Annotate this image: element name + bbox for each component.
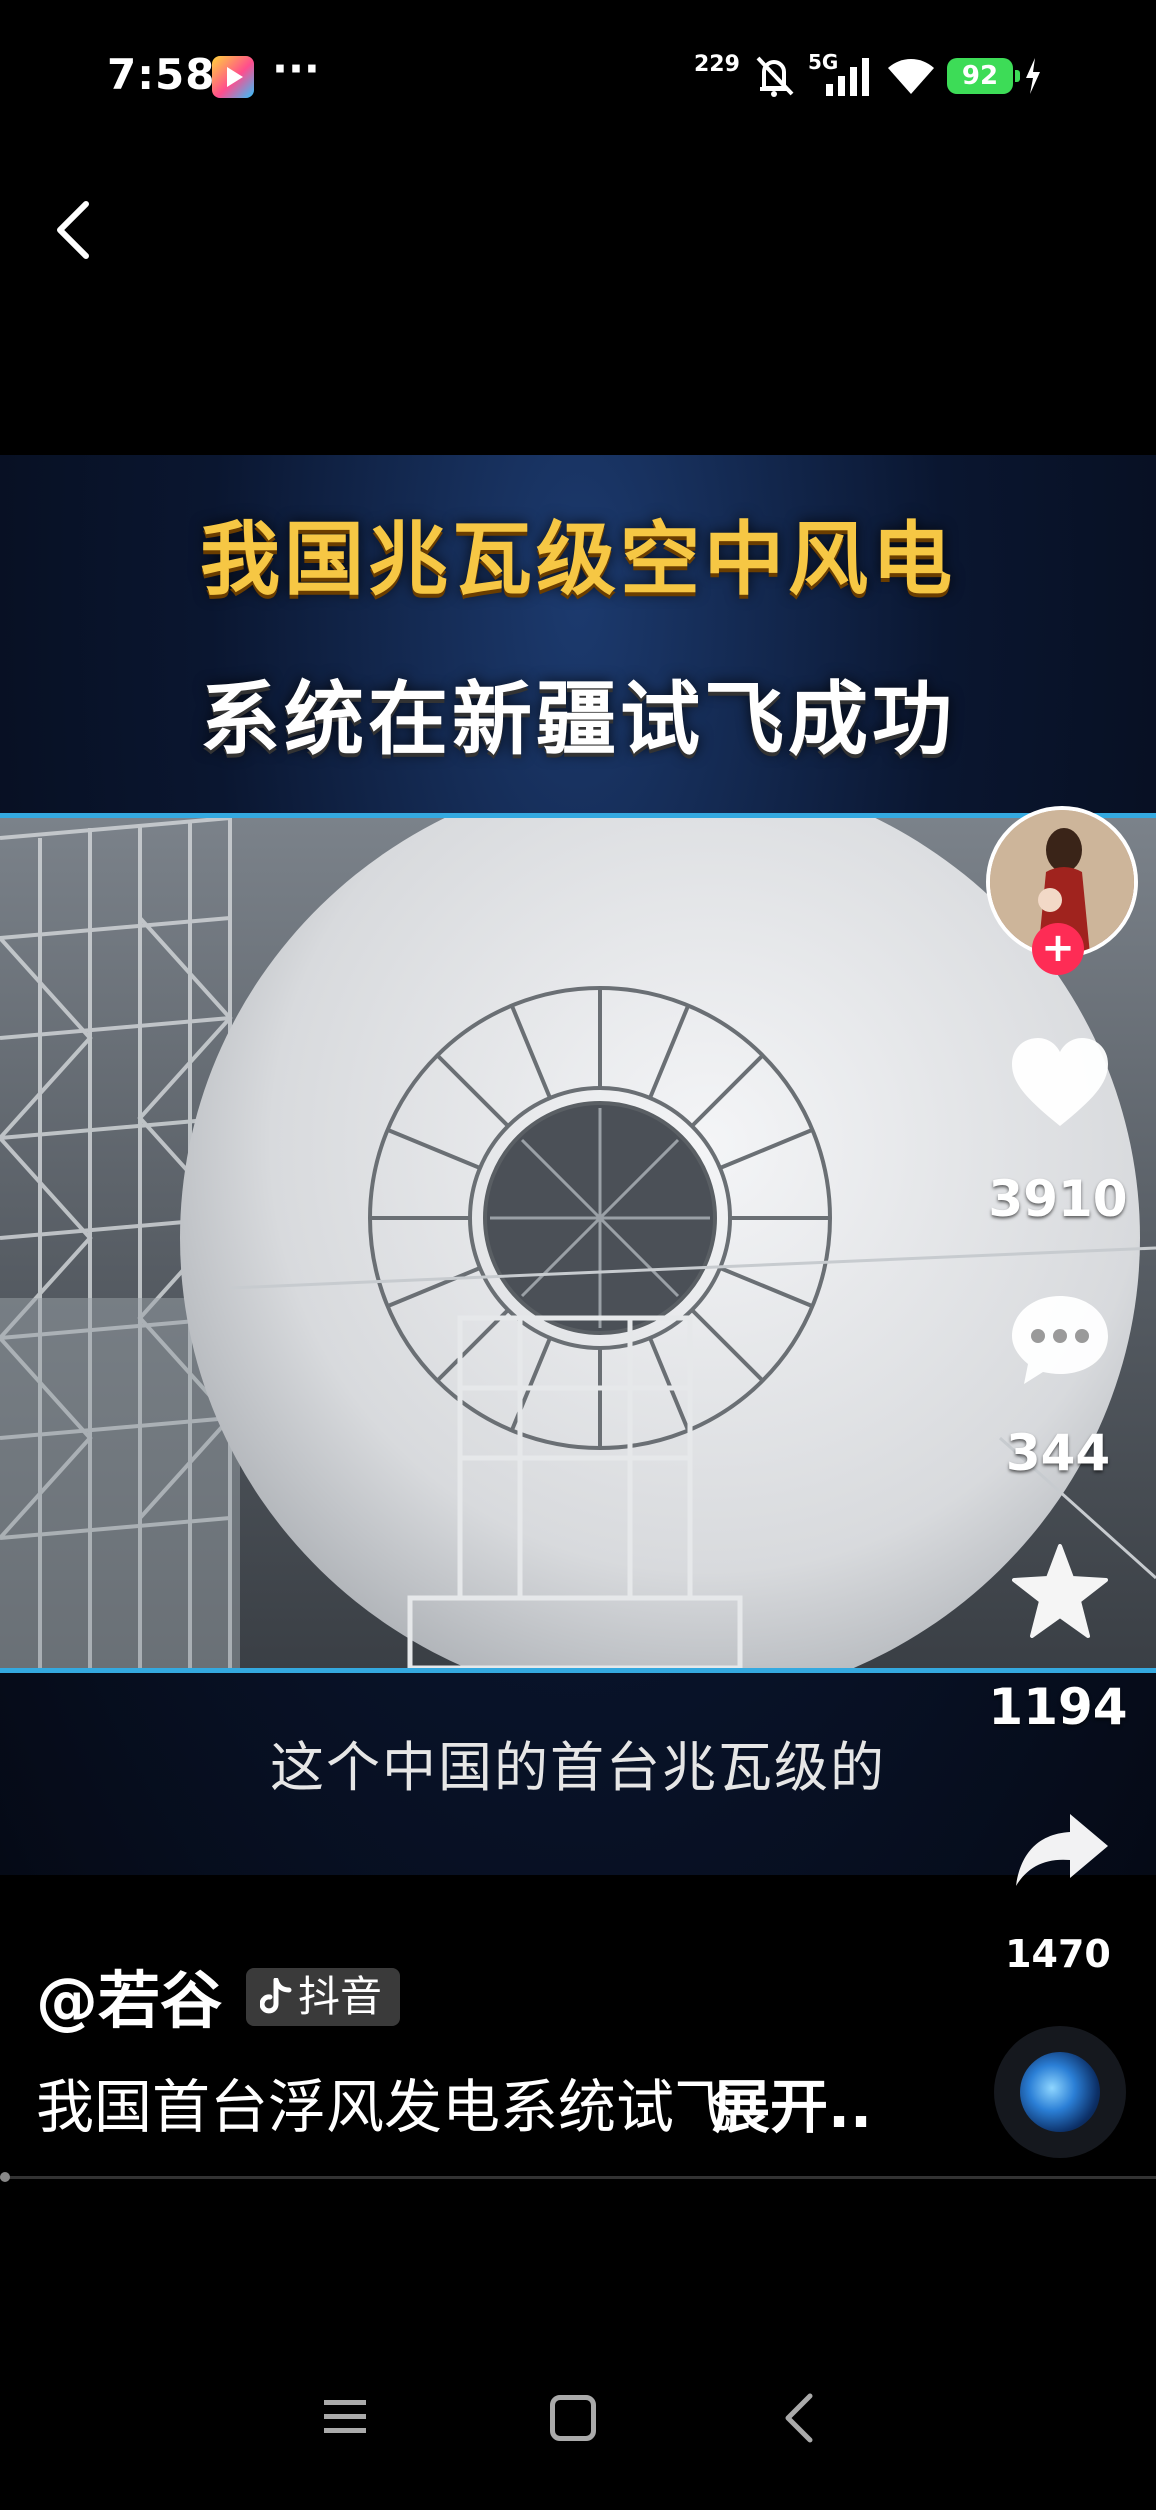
recent-apps-icon[interactable] [322,2396,368,2436]
home-nav-button[interactable] [550,2395,596,2441]
post-caption: 我国首台浮风发电系统试飞 [36,2073,733,2141]
tiktok-note-icon [260,1978,292,2014]
status-bar: 7:58 ··· 229 5G 92 [0,0,1156,150]
like-heart-icon[interactable] [1008,1034,1112,1130]
author-name[interactable]: @若谷 [36,1950,222,2040]
platform-badge: 抖音 [246,1968,401,2026]
status-time: 7:58 [107,50,216,99]
back-nav-icon[interactable] [778,2390,822,2446]
mute-icon [756,56,794,97]
share-count: 1470 [1005,1932,1111,1976]
music-disc-icon[interactable] [994,2026,1126,2158]
video-frame [0,813,1156,1673]
share-arrow-icon[interactable] [1012,1810,1112,1890]
comment-count: 344 [1005,1424,1111,1482]
back-button[interactable] [40,190,110,270]
favorite-count: 1194 [988,1678,1128,1736]
video-title-line1: 我国兆瓦级空中风电 [200,513,956,606]
video-app-notification-icon [212,56,254,98]
signal-icon [826,58,869,96]
wifi-icon [888,59,934,94]
battery-icon: 92 [947,58,1020,94]
comment-icon[interactable] [1008,1290,1112,1386]
video-player[interactable]: 我国兆瓦级空中风电 系统在新疆试飞成功 这个中国的首台兆瓦级的 [0,455,1156,1875]
video-progress-bar[interactable] [0,2176,1156,2179]
airship-scene-image [0,818,1156,1668]
expand-caption-link[interactable]: 展开.. [712,2060,872,2144]
network-speed: 229 [694,52,740,77]
follow-button[interactable]: + [1032,923,1084,975]
like-count: 3910 [988,1170,1128,1228]
platform-label: 抖音 [298,1972,383,2021]
charging-icon [1026,58,1040,94]
favorite-star-icon[interactable] [1010,1542,1110,1642]
more-notifications: ··· [272,44,320,93]
video-title-line2: 系统在新疆试飞成功 [200,673,956,766]
video-progress-handle[interactable] [0,2172,10,2182]
